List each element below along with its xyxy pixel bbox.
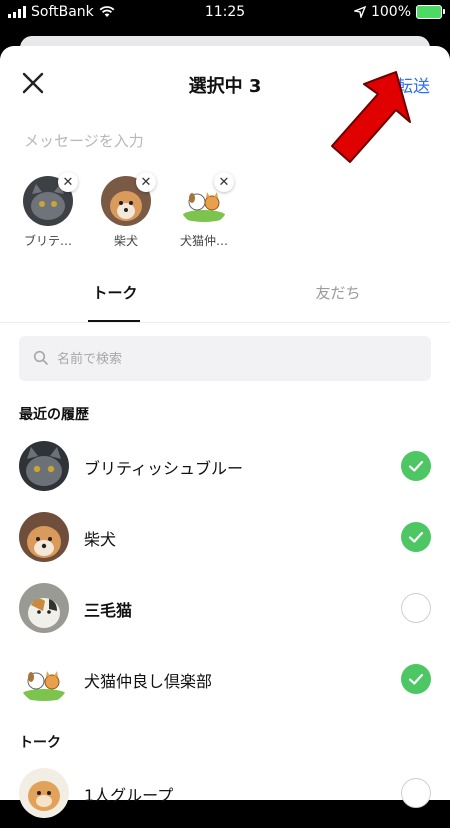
section-recent-title: 最近の履歴 [19,407,89,423]
selected-chip[interactable]: ✕ 犬猫仲… [176,172,234,249]
selected-chip[interactable]: ✕ 柴犬 [98,172,156,249]
list-item-name: ブリティッシュブルー [84,459,244,478]
divider [0,322,450,323]
selected-chip[interactable]: ✕ ブリテ… [20,172,78,249]
location-arrow-icon [353,6,366,18]
section-talk-title: トーク [19,735,61,751]
selected-chip-label: ブリテ… [23,234,72,248]
check-icon [408,460,424,472]
check-icon [408,531,424,543]
avatar [19,654,69,704]
avatar [19,768,69,818]
list-item[interactable]: 犬猫仲良し倶楽部 [0,644,450,714]
list-item-name: 三毛猫 [84,601,133,620]
battery-icon [416,5,445,19]
selected-chip-label: 柴犬 [113,234,138,248]
search-box[interactable] [19,336,431,381]
message-input[interactable]: メッセージを入力 [24,130,144,151]
checkbox[interactable] [401,522,431,552]
avatar [19,583,69,633]
remove-icon[interactable]: ✕ [58,172,78,192]
list-item-name: 犬猫仲良し倶楽部 [84,672,213,691]
tab-talk[interactable]: トーク [45,282,185,303]
selected-recipients: ✕ ブリテ… ✕ 柴犬 ✕ 犬猫仲… [20,172,234,249]
check-icon [408,673,424,685]
selected-chip-label: 犬猫仲… [179,234,228,248]
status-bar: SoftBank 11:25 100% [0,0,450,26]
list-item-name: 1人グループ [84,786,174,805]
avatar [19,512,69,562]
list-item[interactable]: 三毛猫 [0,573,450,643]
checkbox[interactable] [401,664,431,694]
tab-friends[interactable]: 友だち [268,282,408,303]
red-arrow-icon [331,71,411,163]
search-icon [33,350,48,365]
battery-percent: 100% [370,4,411,20]
checkbox[interactable] [401,778,431,808]
list-item[interactable]: 1人グループ [0,758,450,828]
list-item[interactable]: 柴犬 [0,502,450,572]
search-input[interactable] [55,346,419,372]
share-sheet: 選択中 3 転送 メッセージを入力 ✕ ブリテ… ✕ 柴犬 ✕ 犬猫仲… トーク… [0,46,450,818]
list-item[interactable]: ブリティッシュブルー [0,431,450,501]
list-item-name: 柴犬 [84,530,117,549]
remove-icon[interactable]: ✕ [214,172,234,192]
avatar [19,441,69,491]
tab-bar: トーク 友だち [0,282,450,324]
checkbox[interactable] [401,451,431,481]
remove-icon[interactable]: ✕ [136,172,156,192]
checkbox[interactable] [401,593,431,623]
